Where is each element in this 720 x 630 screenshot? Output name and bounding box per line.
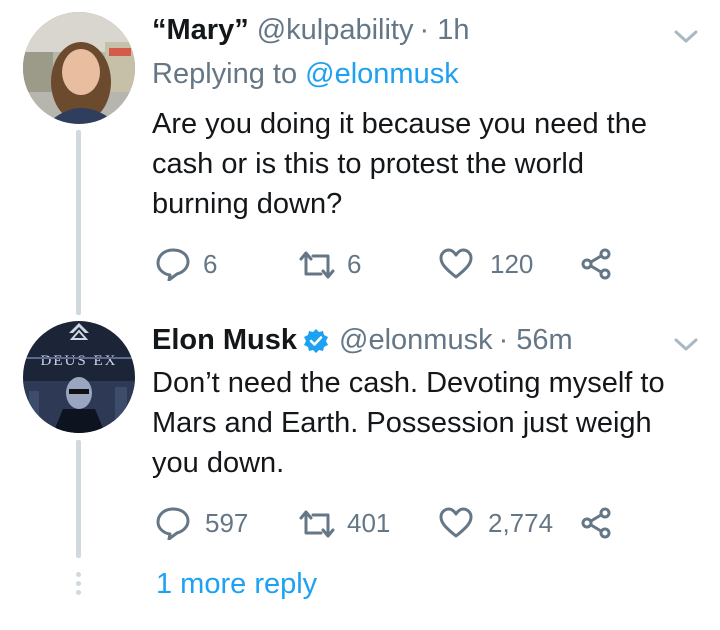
replying-to-link[interactable]: @elonmusk [305,58,459,90]
timestamp[interactable]: · 56m [499,324,573,357]
display-name[interactable]: Elon Musk [152,324,297,357]
like-button[interactable]: 2,774 [438,507,553,539]
more-dots [76,572,81,599]
tweet-text: Don’t need the cash. Devoting myself to … [152,367,665,479]
reply-button[interactable]: 597 [155,506,248,540]
avatar-elon[interactable]: DEUS EX [23,321,135,433]
user-handle[interactable]: @elonmusk [339,324,493,357]
more-replies-link[interactable]: 1 more reply [156,568,317,601]
share-icon[interactable] [580,248,612,285]
like-icon [439,507,473,538]
timestamp[interactable]: · 1h [419,14,469,47]
share-icon[interactable] [580,507,612,544]
retweet-button[interactable]: 401 [297,508,390,539]
user-handle[interactable]: @kulpability [257,14,414,47]
replying-to: Replying to @elonmusk [152,58,459,91]
svg-text:DEUS EX: DEUS EX [41,353,118,369]
replying-prefix: Replying to [152,58,306,90]
chevron-down-icon[interactable] [672,26,700,51]
retweet-count: 401 [347,508,391,538]
avatar-mary[interactable] [23,12,135,124]
tweet-header: “Mary” @kulpability · 1h [152,14,469,47]
tweet-text: Are you doing it because you need the ca… [152,108,647,220]
thread-line [76,130,81,315]
tweet-header: Elon Musk @elonmusk · 56m [152,324,573,357]
like-count: 120 [490,248,534,279]
display-name[interactable]: “Mary” [152,14,249,47]
verified-badge-icon [304,328,329,353]
chevron-down-icon[interactable] [672,334,700,359]
reply-count: 597 [205,507,249,538]
reply-count: 6 [203,248,218,279]
thread-line [76,440,81,558]
reply-button[interactable]: 6 [155,247,217,281]
reply-icon [156,248,190,281]
retweet-count: 6 [347,249,362,279]
retweet-icon [299,510,335,537]
like-count: 2,774 [488,507,554,538]
like-icon [439,248,473,279]
retweet-button[interactable]: 6 [297,249,361,280]
retweet-icon [299,251,335,278]
reply-icon [156,507,190,540]
like-button[interactable]: 120 [438,248,533,280]
